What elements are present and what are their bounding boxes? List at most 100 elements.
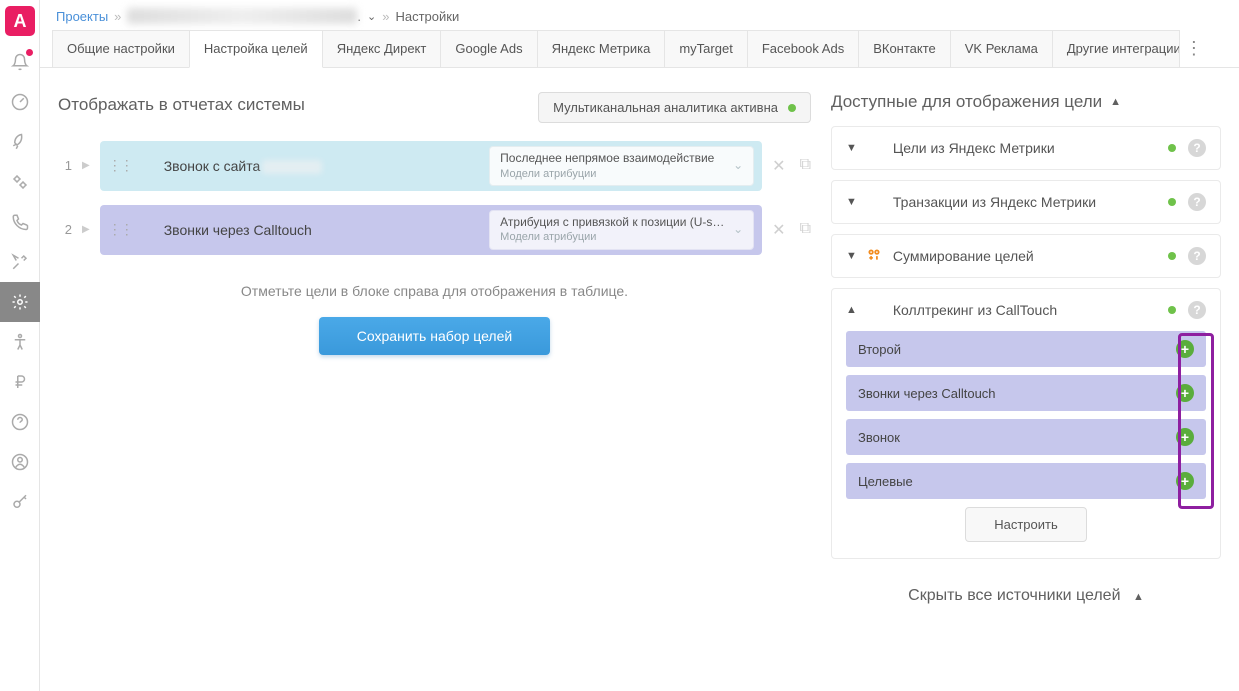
goal-item[interactable]: Второй + bbox=[846, 331, 1206, 367]
add-goal-icon[interactable]: + bbox=[1176, 340, 1194, 358]
status-dot-icon bbox=[1168, 144, 1176, 152]
sidebar-accessibility[interactable] bbox=[0, 322, 40, 362]
sidebar-calls[interactable] bbox=[0, 202, 40, 242]
main-area: Проекты » . ⌄ » Настройки Общие настройк… bbox=[40, 0, 1239, 691]
status-dot-icon bbox=[1168, 306, 1176, 314]
chevron-right-icon: ▶ bbox=[82, 160, 90, 171]
add-goal-icon[interactable]: + bbox=[1176, 384, 1194, 402]
goal-card[interactable]: ⋮⋮ Звонки через Calltouch Атрибуция с пр… bbox=[100, 205, 762, 255]
panel-header[interactable]: ▼ Транзакции из Яндекс Метрики ? bbox=[832, 181, 1220, 223]
caret-down-icon: ▼ bbox=[846, 196, 857, 208]
panel-title: Цели из Яндекс Метрики bbox=[893, 140, 1158, 156]
drag-handle-icon[interactable]: ⋮⋮ bbox=[108, 157, 132, 174]
copy-goal-icon[interactable]: ⧉ bbox=[800, 220, 811, 240]
goal-item-label: Второй bbox=[858, 342, 901, 357]
tab-goals[interactable]: Настройка целей bbox=[189, 30, 323, 68]
goal-source-panel: ▼ Транзакции из Яндекс Метрики ? bbox=[831, 180, 1221, 224]
attribution-main: Последнее непрямое взаимодействие bbox=[500, 151, 714, 167]
panel-header[interactable]: ▼ Суммирование целей ? bbox=[832, 235, 1220, 277]
breadcrumb-dropdown-icon[interactable]: ⌄ bbox=[367, 10, 376, 23]
multichannel-status-chip[interactable]: Мультиканальная аналитика активна bbox=[538, 92, 811, 123]
tab-google-ads[interactable]: Google Ads bbox=[440, 30, 537, 67]
sidebar-dashboard[interactable] bbox=[0, 82, 40, 122]
goal-number: 2 bbox=[58, 222, 72, 237]
sidebar-settings[interactable] bbox=[0, 282, 40, 322]
status-dot-icon bbox=[1168, 252, 1176, 260]
calltouch-icon bbox=[140, 222, 156, 238]
tab-yandex-metrika[interactable]: Яндекс Метрика bbox=[537, 30, 666, 67]
goal-item-label: Звонки через Calltouch bbox=[858, 386, 996, 401]
tabs-bar: Общие настройки Настройка целей Яндекс Д… bbox=[40, 30, 1239, 68]
goal-item-label: Целевые bbox=[858, 474, 913, 489]
tab-general[interactable]: Общие настройки bbox=[52, 30, 190, 67]
calltouch-icon bbox=[867, 302, 883, 318]
sidebar-ruble[interactable] bbox=[0, 362, 40, 402]
sidebar-notifications[interactable] bbox=[0, 42, 40, 82]
sidebar-rocket[interactable] bbox=[0, 122, 40, 162]
help-icon[interactable]: ? bbox=[1188, 247, 1206, 265]
breadcrumb-projects[interactable]: Проекты bbox=[56, 9, 108, 24]
breadcrumb-current: Настройки bbox=[395, 9, 459, 24]
goal-number: 1 bbox=[58, 158, 72, 173]
right-section-title[interactable]: Доступные для отображения цели ▲ bbox=[831, 92, 1221, 112]
add-goal-icon[interactable]: + bbox=[1176, 472, 1194, 490]
goal-row: 2 ▶ ⋮⋮ Звонки через Calltouch Атрибуция … bbox=[58, 205, 811, 255]
remove-goal-icon[interactable]: ✕ bbox=[772, 220, 785, 240]
hide-all-sources-toggle[interactable]: Скрыть все источники целей ▲ bbox=[831, 587, 1221, 605]
copy-goal-icon[interactable]: ⧉ bbox=[800, 156, 811, 176]
chevron-down-icon: ⌄ bbox=[733, 158, 743, 174]
attribution-select[interactable]: Атрибуция с привязкой к позиции (U-s… Мо… bbox=[489, 210, 754, 250]
goal-source-panel: ▼ Цели из Яндекс Метрики ? bbox=[831, 126, 1221, 170]
tab-mytarget[interactable]: myTarget bbox=[664, 30, 747, 67]
help-icon[interactable]: ? bbox=[1188, 193, 1206, 211]
tab-vk-reklama[interactable]: VK Реклама bbox=[950, 30, 1053, 67]
sidebar-gears[interactable] bbox=[0, 162, 40, 202]
panel-header[interactable]: ▼ Цели из Яндекс Метрики ? bbox=[832, 127, 1220, 169]
configure-button[interactable]: Настроить bbox=[965, 507, 1087, 542]
breadcrumb: Проекты » . ⌄ » Настройки bbox=[40, 0, 1239, 30]
goals-hint: Отметьте цели в блоке справа для отображ… bbox=[58, 283, 811, 299]
add-goal-icon[interactable]: + bbox=[1176, 428, 1194, 446]
goal-name: Звонки через Calltouch bbox=[164, 222, 481, 238]
caret-up-icon: ▲ bbox=[1133, 591, 1144, 603]
tab-yandex-direct[interactable]: Яндекс Директ bbox=[322, 30, 442, 67]
panel-header[interactable]: ▲ Коллтрекинг из CallTouch ? bbox=[832, 289, 1220, 331]
goal-item[interactable]: Звонок + bbox=[846, 419, 1206, 455]
chevron-right-icon: ▶ bbox=[82, 224, 90, 235]
attribution-main: Атрибуция с привязкой к позиции (U-s… bbox=[500, 215, 724, 231]
attribution-select[interactable]: Последнее непрямое взаимодействие Модели… bbox=[489, 146, 754, 186]
tab-vkontakte[interactable]: ВКонтакте bbox=[858, 30, 951, 67]
sidebar-tools[interactable] bbox=[0, 242, 40, 282]
goal-item-label: Звонок bbox=[858, 430, 900, 445]
save-goals-button[interactable]: Сохранить набор целей bbox=[319, 317, 550, 355]
goal-item[interactable]: Звонки через Calltouch + bbox=[846, 375, 1206, 411]
help-icon[interactable]: ? bbox=[1188, 301, 1206, 319]
status-chip-label: Мультиканальная аналитика активна bbox=[553, 100, 778, 115]
tab-other-integrations[interactable]: Другие интеграции bbox=[1052, 30, 1180, 67]
panel-title: Суммирование целей bbox=[893, 248, 1158, 264]
caret-up-icon: ▲ bbox=[846, 304, 857, 316]
caret-down-icon: ▼ bbox=[846, 250, 857, 262]
breadcrumb-project-name[interactable] bbox=[127, 8, 357, 24]
app-logo[interactable]: A bbox=[5, 6, 35, 36]
panel-items: Второй + Звонки через Calltouch + Звонок… bbox=[832, 331, 1220, 558]
status-dot-icon bbox=[788, 104, 796, 112]
goal-source-panel-calltouch: ▲ Коллтрекинг из CallTouch ? Второй + Зв… bbox=[831, 288, 1221, 559]
remove-goal-icon[interactable]: ✕ bbox=[772, 156, 785, 176]
help-icon[interactable]: ? bbox=[1188, 139, 1206, 157]
drag-handle-icon[interactable]: ⋮⋮ bbox=[108, 221, 132, 238]
goal-item[interactable]: Целевые + bbox=[846, 463, 1206, 499]
tab-facebook-ads[interactable]: Facebook Ads bbox=[747, 30, 859, 67]
sidebar-key[interactable] bbox=[0, 482, 40, 522]
metrika-icon bbox=[867, 194, 883, 210]
sidebar-account[interactable] bbox=[0, 442, 40, 482]
caret-down-icon: ▼ bbox=[846, 142, 857, 154]
chevron-down-icon: ⌄ bbox=[733, 222, 743, 238]
panel-title: Транзакции из Яндекс Метрики bbox=[893, 194, 1158, 210]
sum-icon bbox=[867, 248, 883, 264]
goal-card[interactable]: ⋮⋮ Звонок с сайта Последнее непрямое вза… bbox=[100, 141, 762, 191]
sidebar-help[interactable] bbox=[0, 402, 40, 442]
tabs-overflow-menu[interactable]: ⋮ bbox=[1179, 30, 1209, 67]
goal-name: Звонок с сайта bbox=[164, 158, 481, 174]
attribution-sub: Модели атрибуции bbox=[500, 167, 714, 181]
